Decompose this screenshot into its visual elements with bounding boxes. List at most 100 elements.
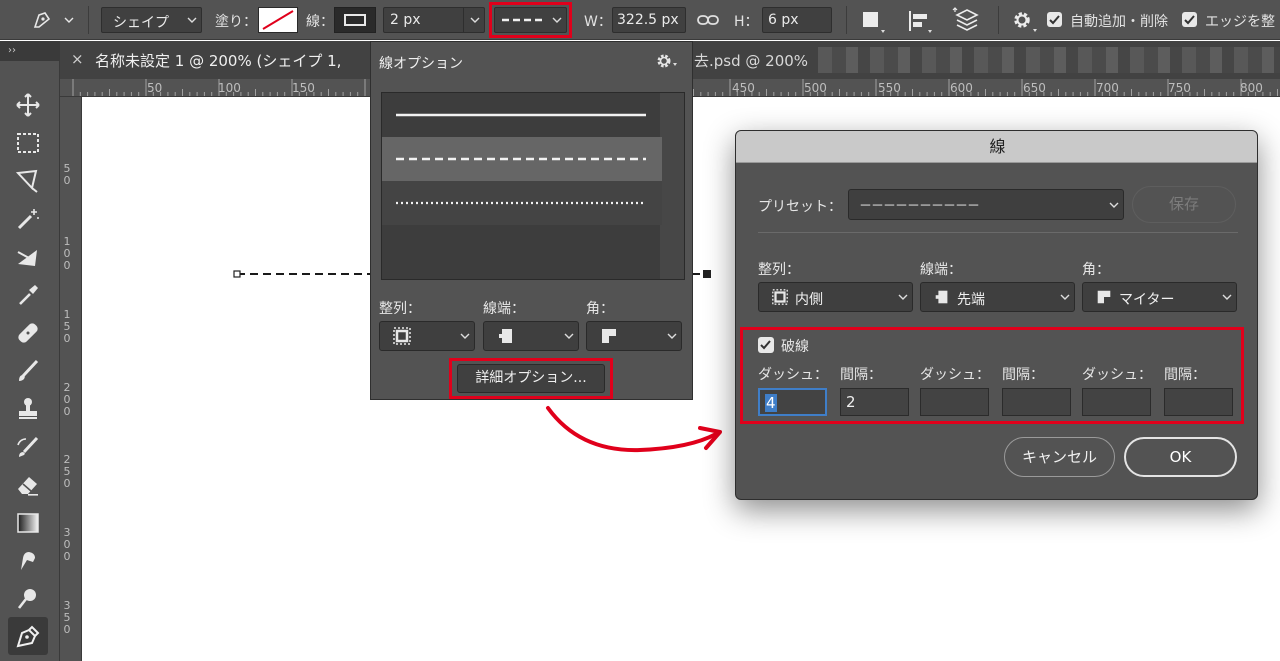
ok-label: OK: [1169, 448, 1192, 466]
corner-label: 角：: [586, 301, 614, 317]
tab-document-2[interactable]: 去.psd @ 200%: [694, 50, 808, 71]
link-icon[interactable]: [696, 10, 720, 30]
ruler-tick-label: 700: [1096, 81, 1119, 95]
align-inside-icon: [393, 327, 411, 345]
tab-document-1[interactable]: 名称未設定 1 @ 200% (シェイプ 1,: [95, 50, 341, 71]
auto-add-delete-label: 自動追加・削除: [1070, 14, 1168, 30]
smudge-tool-icon[interactable]: [12, 545, 44, 575]
annotation-arrow-icon: [546, 406, 722, 453]
mode-select[interactable]: シェイプ: [101, 7, 202, 33]
path-arrangement-icon[interactable]: [952, 7, 982, 35]
stroke-swatch[interactable]: [334, 7, 376, 33]
ruler-tick-label: 200: [63, 381, 71, 418]
ruler-tick-label: 150: [63, 308, 71, 345]
fill-swatch[interactable]: [258, 7, 298, 33]
ruler-tick-label: 50: [63, 162, 71, 187]
ruler-tick-label: 650: [1023, 81, 1046, 95]
align-value: 内側: [795, 292, 823, 308]
ruler-tick-label: 300: [63, 526, 71, 563]
ruler-tick-label: 150: [292, 81, 315, 95]
path-operations-icon[interactable]: [860, 9, 886, 35]
corner-value: マイター: [1119, 292, 1175, 308]
chevron-down-icon: [1060, 294, 1070, 300]
stroke-dialog: 線 プリセット： －－－－－－－－－－ 保存 整列： 線端： 角： 内側 先端 …: [735, 130, 1258, 500]
align-label: 整列：: [758, 262, 800, 278]
fill-label: 塗り：: [215, 14, 257, 30]
auto-add-delete-checkbox[interactable]: [1047, 12, 1062, 27]
cap-select[interactable]: [483, 321, 579, 351]
ruler-tick-label: 600: [950, 81, 973, 95]
preset-solid-line[interactable]: [382, 93, 662, 137]
gear-icon[interactable]: [654, 51, 682, 71]
eraser-tool-icon[interactable]: [12, 469, 44, 499]
tools-panel: [0, 61, 60, 661]
ruler-tick-label: 100: [63, 235, 71, 272]
options-bar: シェイプ 塗り： 線： 2 px W： 322.5 px H： 6 px 自動追…: [0, 0, 1280, 40]
save-button[interactable]: 保存: [1132, 186, 1236, 223]
width-label: W：: [584, 14, 612, 30]
preset-dashed-line[interactable]: [382, 137, 662, 181]
align-edges-checkbox[interactable]: [1182, 12, 1197, 27]
cap-label: 線端：: [920, 262, 962, 278]
preset-select[interactable]: －－－－－－－－－－: [848, 189, 1124, 220]
clone-stamp-tool-icon[interactable]: [12, 393, 44, 423]
preset-label: プリセット：: [758, 199, 842, 215]
cancel-label: キャンセル: [1021, 448, 1097, 466]
move-tool-icon[interactable]: [12, 89, 44, 119]
height-field[interactable]: 6 px: [762, 7, 832, 33]
preset-dotted-line[interactable]: [382, 181, 662, 225]
save-label: 保存: [1168, 195, 1199, 213]
chevron-down-icon: [1109, 202, 1119, 208]
chevron-down-icon: [470, 17, 480, 23]
more-options-highlight: [449, 358, 613, 399]
magic-wand-tool-icon[interactable]: [12, 203, 44, 233]
corner-select[interactable]: [586, 321, 682, 351]
align-select[interactable]: 内側: [758, 282, 913, 312]
width-field[interactable]: 322.5 px: [612, 7, 686, 33]
chevron-down-icon: [460, 333, 470, 339]
pen-tool-icon[interactable]: [8, 617, 48, 655]
gradient-tool-icon[interactable]: [12, 507, 44, 537]
cancel-button[interactable]: キャンセル: [1004, 437, 1115, 477]
ruler-tick-label: 550: [878, 81, 901, 95]
divider: [758, 232, 1238, 233]
align-select[interactable]: [379, 321, 475, 351]
stroke-presets-list: [381, 92, 685, 280]
blurred-tab-area: [818, 47, 1280, 73]
height-value: 6 px: [768, 12, 799, 28]
ruler-tick-label: 50: [147, 81, 163, 95]
crop-tool-icon[interactable]: [12, 241, 44, 271]
eyedropper-tool-icon[interactable]: [12, 279, 44, 309]
height-label: H：: [734, 14, 759, 30]
gear-icon[interactable]: [1010, 8, 1040, 34]
close-icon[interactable]: ×: [71, 50, 84, 68]
ruler-tick-label: 350: [63, 599, 71, 636]
stroke-width-field[interactable]: 2 px: [383, 7, 485, 33]
miter-join-icon: [602, 329, 616, 343]
marquee-tool-icon[interactable]: [12, 127, 44, 157]
align-edges-label: エッジを整: [1205, 14, 1275, 30]
corner-label: 角：: [1082, 262, 1110, 278]
dialog-title: 線: [736, 131, 1257, 163]
chevron-down-icon: [898, 294, 908, 300]
corner-select[interactable]: マイター: [1082, 282, 1237, 312]
history-brush-tool-icon[interactable]: [12, 431, 44, 461]
lasso-tool-icon[interactable]: [12, 165, 44, 195]
ok-button[interactable]: OK: [1124, 437, 1237, 477]
butt-cap-icon: [935, 290, 948, 304]
ruler-tick-label: 100: [218, 81, 241, 95]
preset-value: －－－－－－－－－－: [859, 199, 980, 214]
dashed-settings-highlight: [740, 327, 1244, 424]
stroke-options-popup: 線オプション 整列： 線端： 角： 詳細オプション...: [370, 41, 693, 400]
path-alignment-icon[interactable]: [906, 9, 934, 35]
healing-brush-tool-icon[interactable]: [12, 317, 44, 347]
butt-cap-icon: [499, 329, 512, 343]
pen-tool-preset-icon[interactable]: [32, 10, 76, 30]
panel-collapse-toggle[interactable]: ››: [0, 41, 60, 61]
vertical-ruler: 50 100 150 200 250 300 350: [60, 97, 82, 661]
brush-tool-icon[interactable]: [12, 355, 44, 385]
cap-select[interactable]: 先端: [920, 282, 1075, 312]
miter-join-icon: [1097, 290, 1111, 304]
dodge-tool-icon[interactable]: [12, 583, 44, 613]
ruler-tick-label: 500: [804, 81, 827, 95]
